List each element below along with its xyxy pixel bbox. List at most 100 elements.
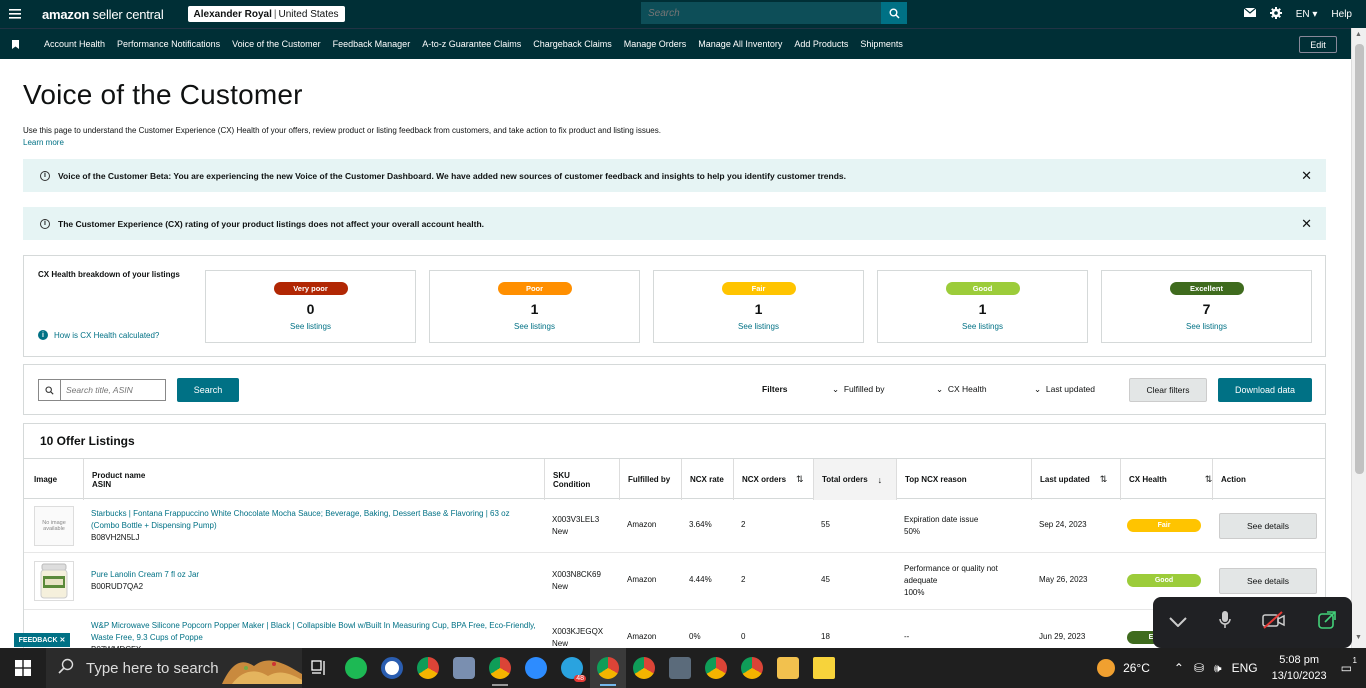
see-listings-link[interactable]: See listings <box>654 322 863 331</box>
camera-off-icon[interactable] <box>1262 611 1286 634</box>
microphone-icon[interactable] <box>1218 611 1231 634</box>
cx-rating-banner-text: The Customer Experience (CX) rating of y… <box>58 218 485 229</box>
col-sku[interactable]: SKU Condition <box>544 459 590 500</box>
cx-pill: Fair <box>721 282 796 295</box>
clock-app-icon[interactable] <box>374 648 410 688</box>
fulfilled-by-filter[interactable]: ⌄ Fulfilled by <box>832 384 885 395</box>
chrome-icon[interactable] <box>482 648 518 688</box>
help-link[interactable]: Help <box>1331 9 1352 20</box>
scroll-down-icon[interactable]: ▼ <box>1355 634 1362 641</box>
cx-count: 1 <box>530 301 539 317</box>
mail-icon[interactable] <box>1243 7 1257 20</box>
scroll-up-icon[interactable]: ▲ <box>1355 31 1362 38</box>
sort-down-icon[interactable]: ↓ <box>878 475 883 485</box>
close-icon[interactable]: ✕ <box>1301 216 1312 232</box>
task-view-icon[interactable] <box>302 648 338 688</box>
network-icon[interactable]: ⛁ <box>1194 661 1204 675</box>
ncx-reason-pct: 50% <box>904 527 921 536</box>
chrome-icon[interactable] <box>590 648 626 688</box>
see-listings-link[interactable]: See listings <box>206 322 415 331</box>
share-screen-icon[interactable] <box>1318 611 1336 634</box>
nav-add-products[interactable]: Add Products <box>794 39 848 49</box>
chevron-up-icon[interactable]: ⌃ <box>1174 661 1184 675</box>
feedback-tab[interactable]: FEEDBACK ✕ <box>14 633 70 647</box>
clear-filters-button[interactable]: Clear filters <box>1129 378 1207 402</box>
col-last-updated[interactable]: Last updated ⇅ <box>1031 459 1107 500</box>
search-button[interactable]: Search <box>177 378 239 402</box>
chrome-icon[interactable] <box>734 648 770 688</box>
ncx-orders: 0 <box>741 632 746 641</box>
sort-icon[interactable]: ⇅ <box>796 474 804 485</box>
nav-account-health[interactable]: Account Health <box>44 39 105 49</box>
page-header: Voice of the Customer Use this page to u… <box>23 59 1326 147</box>
col-ncx-orders[interactable]: NCX orders ⇅ <box>733 459 804 500</box>
account-switcher[interactable]: Alexander Royal | United States <box>187 6 345 22</box>
nav-manage-orders[interactable]: Manage Orders <box>624 39 687 49</box>
sort-icon[interactable]: ⇅ <box>1100 474 1108 485</box>
taskbar-date: 13/10/2023 <box>1271 670 1327 682</box>
see-details-button[interactable]: See details <box>1219 513 1317 539</box>
menu-icon[interactable] <box>0 0 30 28</box>
speaker-icon[interactable]: 🕪 <box>1214 661 1222 676</box>
see-details-button[interactable]: See details <box>1219 568 1317 594</box>
nav-feedback-manager[interactable]: Feedback Manager <box>333 39 411 49</box>
edit-nav-button[interactable]: Edit <box>1299 36 1337 53</box>
see-listings-link[interactable]: See listings <box>878 322 1087 331</box>
global-search-input[interactable] <box>641 2 881 24</box>
search-icon[interactable] <box>881 2 907 24</box>
telegram-icon[interactable]: 48 <box>554 648 590 688</box>
seller-central-logo[interactable]: amazon seller central <box>42 7 164 22</box>
spotify-icon[interactable] <box>338 648 374 688</box>
col-top-ncx-reason[interactable]: Top NCX reason <box>896 459 967 500</box>
windows-start-icon[interactable] <box>0 648 46 688</box>
bookmark-icon[interactable] <box>0 39 30 49</box>
scrollbar-thumb[interactable] <box>1355 44 1364 474</box>
see-listings-link[interactable]: See listings <box>1102 322 1311 331</box>
nav-manage-all-inventory[interactable]: Manage All Inventory <box>698 39 782 49</box>
nav-chargeback-claims[interactable]: Chargeback Claims <box>533 39 612 49</box>
page-scrollbar[interactable]: ▲ ▼ <box>1351 28 1366 648</box>
language-indicator[interactable]: ENG <box>1232 661 1258 675</box>
windows-taskbar: Type here to search 48 26°C ⌃ ⛁ 🕪 ENG 5:… <box>0 648 1366 688</box>
nav-shipments[interactable]: Shipments <box>860 39 903 49</box>
col-cx-health[interactable]: CX Health ⇅ <box>1120 459 1212 500</box>
weather-icon[interactable] <box>1097 659 1116 677</box>
col-product[interactable]: Product name ASIN <box>83 459 145 500</box>
notifications-icon[interactable]: ▭ 1 <box>1341 656 1357 675</box>
zoom-icon[interactable] <box>518 648 554 688</box>
sticky-notes-icon[interactable] <box>806 648 842 688</box>
nav-voice-of-the-customer[interactable]: Voice of the Customer <box>232 39 321 49</box>
last-updated-filter[interactable]: ⌄ Last updated <box>1034 384 1095 395</box>
file-explorer-icon[interactable] <box>770 648 806 688</box>
cx-health-filter[interactable]: ⌄ CX Health <box>936 384 987 395</box>
learn-more-link[interactable]: Learn more <box>23 138 1326 147</box>
taskbar-clock[interactable]: 5:08 pm 13/10/2023 <box>1272 652 1327 684</box>
search-icon <box>58 658 74 678</box>
nav-performance-notifications[interactable]: Performance Notifications <box>117 39 220 49</box>
condition: New <box>552 527 569 536</box>
col-ncx-rate[interactable]: NCX rate <box>681 459 724 500</box>
chrome-icon[interactable] <box>698 648 734 688</box>
snipping-tool-icon[interactable] <box>446 648 482 688</box>
see-listings-link[interactable]: See listings <box>430 322 639 331</box>
chrome-icon[interactable] <box>410 648 446 688</box>
cx-health-badge: Fair <box>1127 519 1201 532</box>
chevron-down-icon[interactable] <box>1169 614 1187 632</box>
product-name-link[interactable]: Pure Lanolin Cream 7 fl oz Jar <box>91 569 199 581</box>
download-data-button[interactable]: Download data <box>1218 378 1312 402</box>
close-icon[interactable]: ✕ <box>59 636 65 644</box>
product-name-link[interactable]: W&P Microwave Silicone Popcorn Popper Ma… <box>91 620 536 644</box>
close-icon[interactable]: ✕ <box>1301 168 1312 184</box>
gear-icon[interactable] <box>1269 6 1282 22</box>
listing-search-input[interactable] <box>61 385 161 395</box>
nav-a-to-z-claims[interactable]: A-to-z Guarantee Claims <box>422 39 521 49</box>
product-name-link[interactable]: Starbucks | Fontana Frappuccino White Ch… <box>91 508 536 532</box>
col-total-orders[interactable]: Total orders ↓ <box>813 459 896 500</box>
taskbar-time: 5:08 pm <box>1279 654 1319 666</box>
chrome-icon[interactable] <box>626 648 662 688</box>
col-fulfilled-by[interactable]: Fulfilled by <box>619 459 670 500</box>
taskbar-search[interactable]: Type here to search <box>46 648 302 688</box>
how-cx-calculated-link[interactable]: i How is CX Health calculated? <box>38 330 159 340</box>
calculator-icon[interactable] <box>662 648 698 688</box>
language-selector[interactable]: EN ▾ <box>1296 9 1318 20</box>
